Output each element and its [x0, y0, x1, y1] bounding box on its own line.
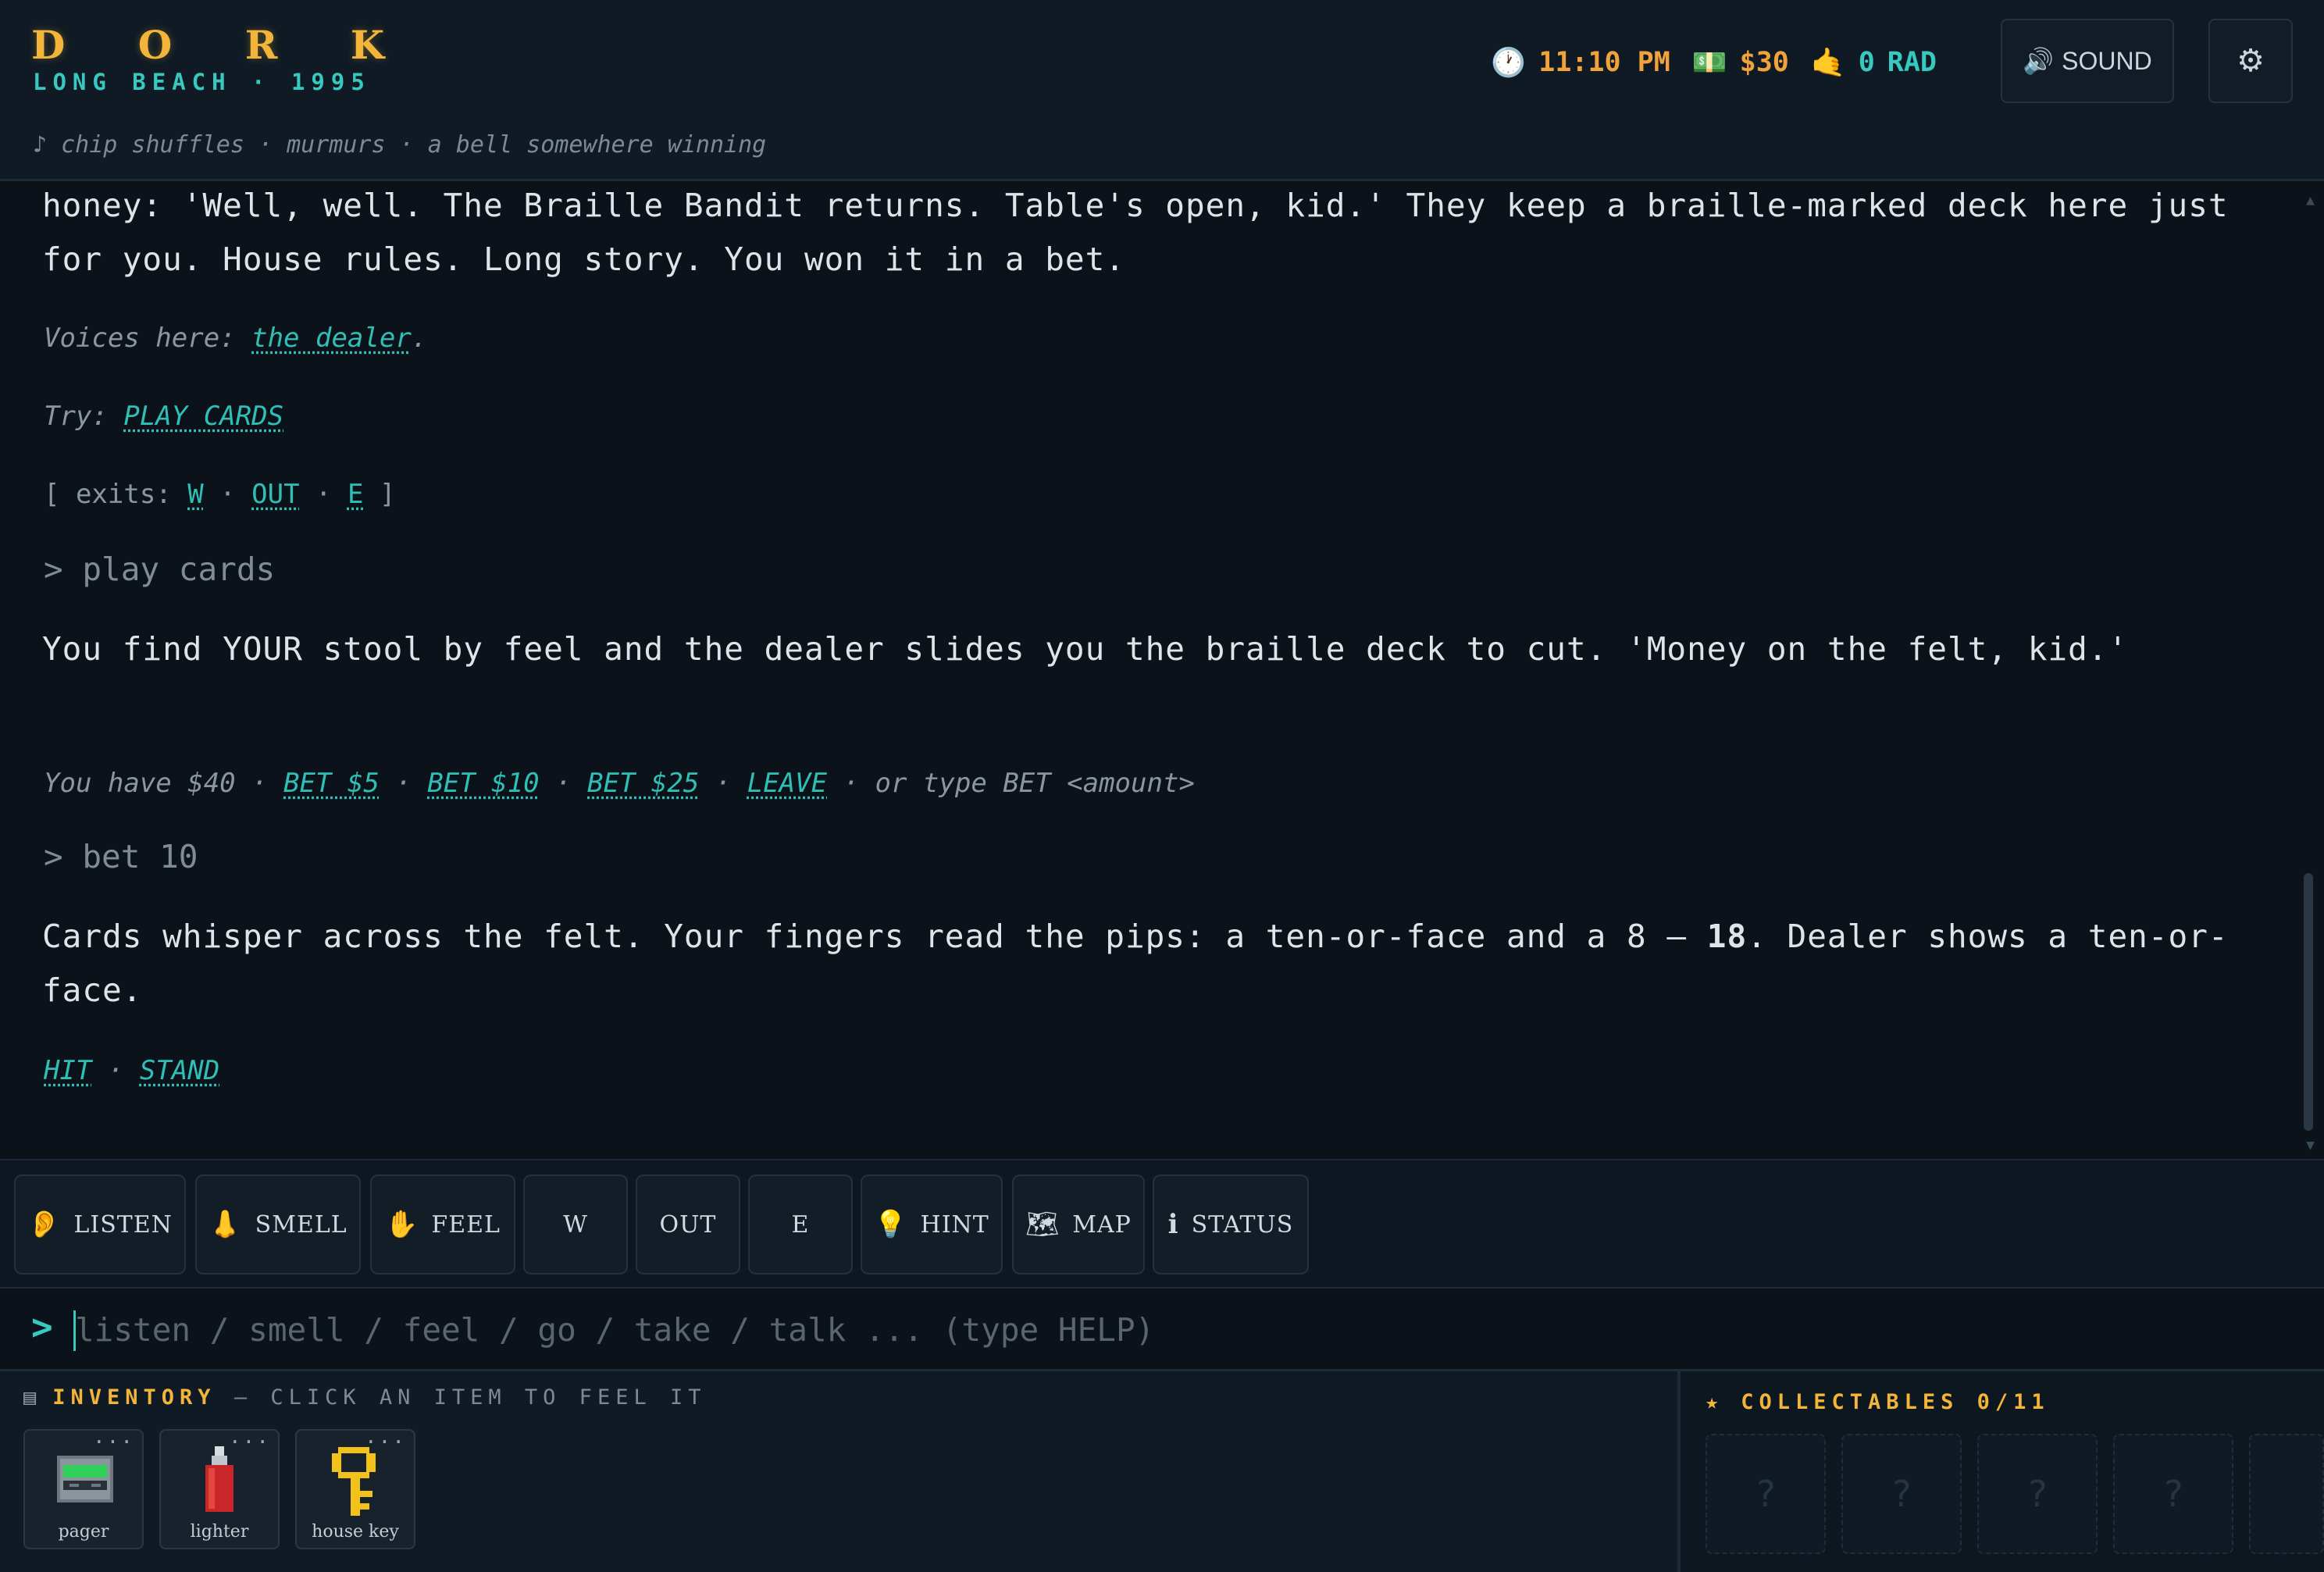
voice-link-dealer[interactable]: the dealer: [251, 323, 412, 354]
command-bar: >: [0, 1289, 2324, 1371]
info-icon: ℹ: [1167, 1209, 1179, 1240]
exit-link-w[interactable]: W: [187, 479, 203, 510]
prompt-symbol: >: [31, 1306, 53, 1348]
hit-link[interactable]: HIT: [44, 1055, 91, 1086]
collectable-slot[interactable]: ?: [1977, 1434, 2098, 1554]
list-icon: ▤: [23, 1385, 42, 1410]
bet-link-5[interactable]: BET $5: [283, 768, 380, 799]
settings-button[interactable]: ⚙: [2208, 19, 2293, 103]
money-value: $30: [1739, 47, 1789, 78]
ear-icon: 👂: [27, 1209, 62, 1240]
go-west-button[interactable]: W: [523, 1175, 628, 1274]
cards-paragraph: Cards whisper across the felt. Your fing…: [42, 918, 2229, 1009]
stand-link[interactable]: STAND: [140, 1055, 219, 1086]
intro-paragraph: honey: 'Well, well. The Braille Bandit r…: [42, 187, 2229, 278]
bet-link-25[interactable]: BET $25: [587, 768, 699, 799]
log-scrollbar-thumb[interactable]: [2304, 873, 2313, 1131]
action-bar: 👂 LISTEN 👃 SMELL ✋ FEEL W OUT E 💡 HINT 🗺 MAP …: [0, 1159, 2324, 1289]
exits-line: [ exits: W · OUT · E ]: [44, 479, 396, 510]
leave-link[interactable]: LEAVE: [747, 768, 827, 799]
scroll-down-arrow[interactable]: ▼: [2306, 1137, 2315, 1153]
inventory-item-house-key[interactable]: ··· house key: [295, 1429, 415, 1549]
key-icon: [332, 1447, 376, 1516]
hand-total: 18: [1706, 918, 1748, 955]
gear-icon: ⚙: [2237, 44, 2265, 78]
location-subtitle: LONG BEACH · 1995: [33, 69, 371, 95]
inventory-title: ▤ INVENTORY — CLICK AN ITEM TO FEEL IT: [23, 1385, 707, 1410]
exit-link-e[interactable]: E: [348, 479, 363, 510]
item-label: house key: [312, 1522, 399, 1542]
status-button[interactable]: ℹ STATUS: [1153, 1175, 1309, 1274]
hand-icon: ✋: [385, 1209, 419, 1240]
game-header: D O R K LONG BEACH · 1995 ♪ chip shuffle…: [0, 0, 2324, 181]
cash-icon: 💵: [1691, 47, 1727, 79]
rad-value: 0: [1858, 47, 1875, 78]
map-button[interactable]: 🗺 MAP: [1012, 1175, 1145, 1274]
go-out-button[interactable]: OUT: [636, 1175, 740, 1274]
choice-line: HIT · STAND: [44, 1055, 220, 1086]
echoed-command: > play cards: [44, 551, 276, 588]
collectable-slot[interactable]: ?: [1841, 1434, 1962, 1554]
rad-label: RAD: [1887, 47, 1937, 78]
speaker-icon: 🔊: [2023, 47, 2055, 75]
listen-button[interactable]: 👂 LISTEN: [14, 1175, 186, 1274]
command-input[interactable]: [73, 1304, 2263, 1356]
inventory-item-lighter[interactable]: ··· lighter: [159, 1429, 280, 1549]
voices-line: Voices here: the dealer.: [44, 323, 428, 354]
story-log[interactable]: honey: 'Well, well. The Braille Bandit r…: [0, 184, 2324, 1158]
scroll-up-arrow[interactable]: ▲: [2306, 192, 2315, 209]
collectable-slot[interactable]: ?: [1706, 1434, 1826, 1554]
collectable-slot[interactable]: ?: [2113, 1434, 2233, 1554]
map-icon: 🗺: [1025, 1209, 1060, 1240]
hand-icon: 🤙: [1810, 47, 1846, 79]
clock-icon: 🕐: [1491, 47, 1527, 79]
hint-button[interactable]: 💡 HINT: [861, 1175, 1003, 1274]
exit-link-out[interactable]: OUT: [251, 479, 299, 510]
smell-button[interactable]: 👃 SMELL: [195, 1175, 361, 1274]
money-stat: 💵 $30: [1692, 46, 1789, 79]
lightbulb-icon: 💡: [874, 1209, 908, 1240]
echoed-command: > bet 10: [44, 838, 198, 875]
item-label: lighter: [190, 1522, 249, 1542]
bet-options-line: You have $40 · BET $5 · BET $10 · BET $2…: [44, 768, 1195, 799]
feel-button[interactable]: ✋ FEEL: [370, 1175, 515, 1274]
game-logo: D O R K: [31, 22, 415, 68]
clock-stat: 🕐 11:10 PM: [1491, 46, 1670, 79]
text-caret: [73, 1310, 76, 1351]
go-east-button[interactable]: E: [748, 1175, 853, 1274]
item-label: pager: [58, 1522, 109, 1542]
inventory-item-pager[interactable]: ··· pager: [23, 1429, 144, 1549]
star-icon: ★: [1706, 1390, 1724, 1414]
inventory-panel: ▤ INVENTORY — CLICK AN ITEM TO FEEL IT ··…: [0, 1371, 1677, 1572]
bet-link-10[interactable]: BET $10: [427, 768, 539, 799]
try-link-play-cards[interactable]: PLAY CARDS: [123, 401, 283, 432]
collectables-title: ★ COLLECTABLES 0/11: [1706, 1390, 2050, 1414]
pager-icon: [57, 1456, 113, 1502]
ambient-sound-line: ♪ chip shuffles · murmurs · a bell somew…: [33, 131, 767, 159]
play-cards-paragraph: You find YOUR stool by feel and the deal…: [42, 630, 2129, 668]
sound-label: SOUND: [2062, 46, 2152, 75]
status-stats: 🕐 11:10 PM 💵 $30 🤙 0 RAD: [1491, 39, 1937, 86]
collectable-slot[interactable]: [2249, 1434, 2324, 1554]
lighter-icon: [205, 1446, 233, 1512]
try-line: Try: PLAY CARDS: [44, 401, 284, 432]
rad-stat: 🤙 0 RAD: [1811, 46, 1937, 79]
time-value: 11:10 PM: [1538, 47, 1670, 78]
sound-button[interactable]: 🔊 SOUND: [2001, 19, 2174, 103]
collectables-panel: ★ COLLECTABLES 0/11 ? ? ? ?: [1677, 1371, 2324, 1572]
nose-icon: 👃: [209, 1209, 243, 1240]
